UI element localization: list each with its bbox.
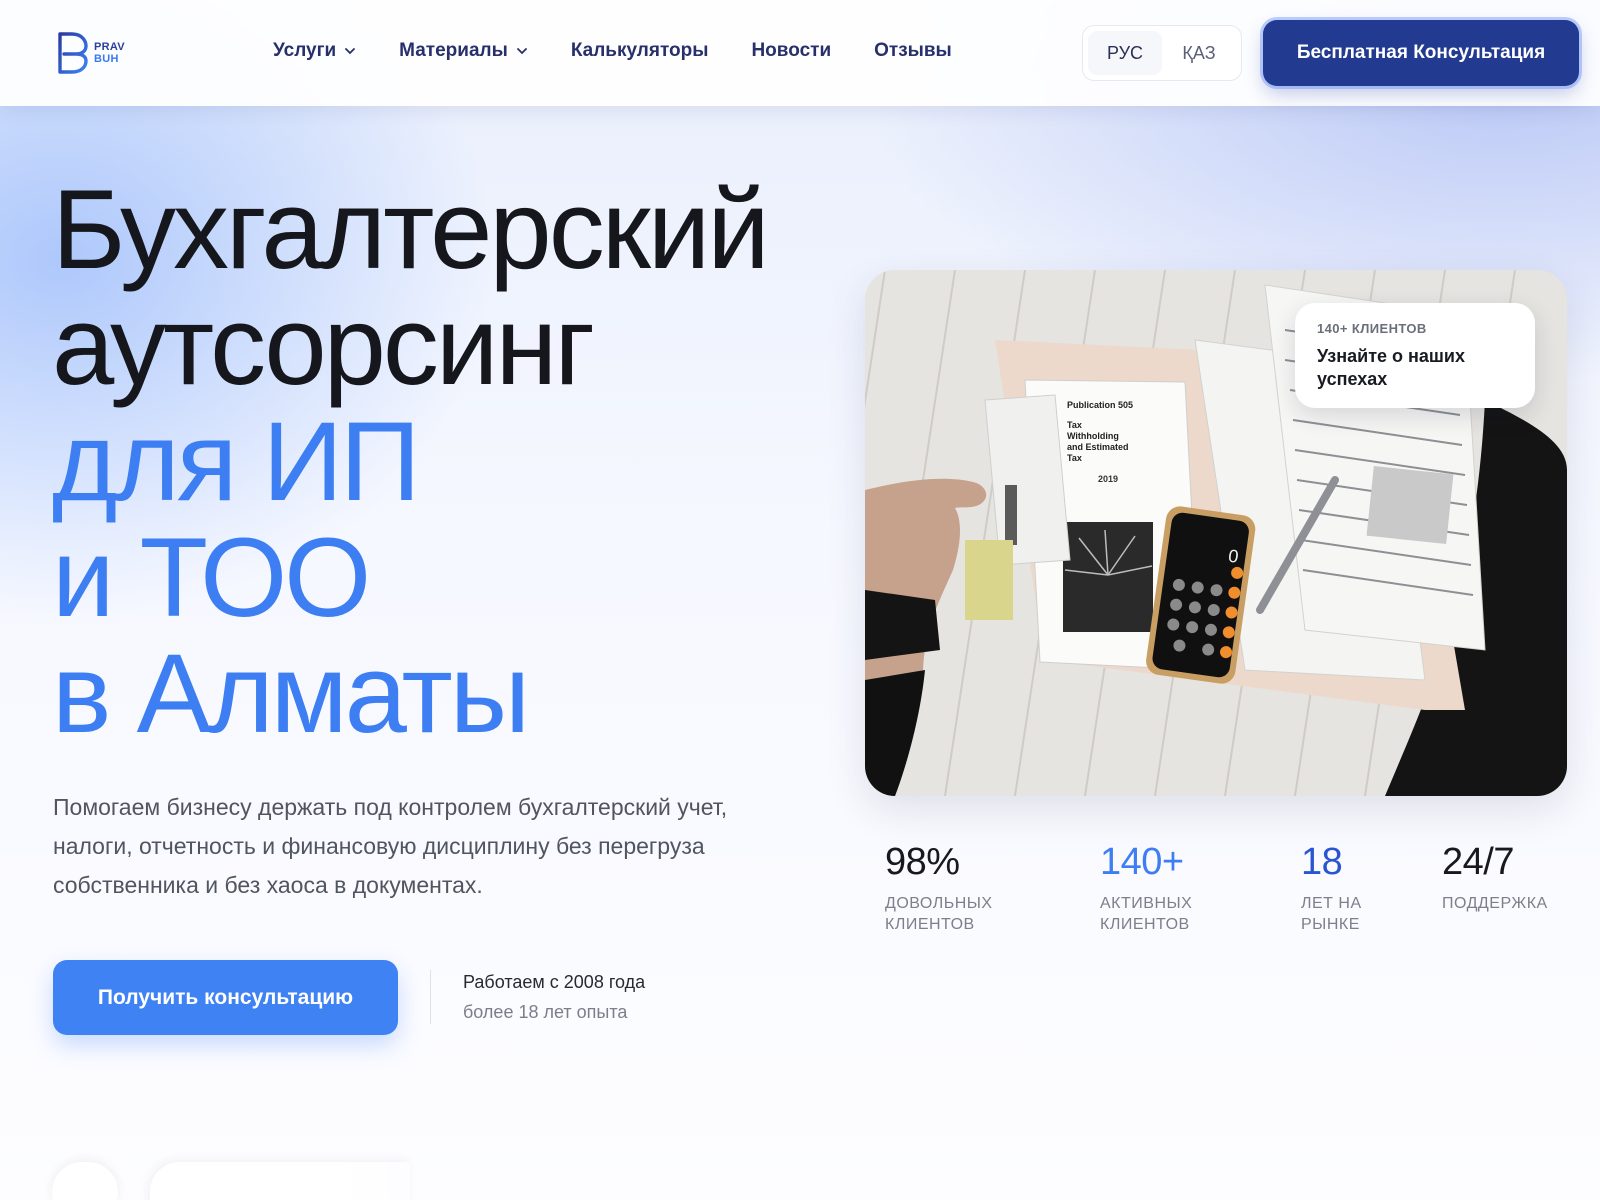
- form-pub-label: Publication 505: [1067, 400, 1133, 410]
- hero-subtitle: Помогаем бизнесу держать под контролем б…: [53, 794, 728, 898]
- experience-note: Работаем с 2008 года более 18 лет опыта: [463, 972, 645, 1023]
- clients-badge[interactable]: 140+ КЛИЕНТОВ Узнайте о наших успехах: [1295, 303, 1535, 408]
- lang-option-kz[interactable]: ҚАЗ: [1162, 31, 1236, 75]
- free-consultation-button[interactable]: Бесплатная Консультация: [1263, 20, 1579, 86]
- form-year: 2019: [1098, 474, 1118, 484]
- stat-years: 18 ЛЕТ НА РЫНКЕ: [1301, 840, 1411, 935]
- stat-label: ДОВОЛЬНЫХ КЛИЕНТОВ: [885, 895, 993, 933]
- stat-label: АКТИВНЫХ КЛИЕНТОВ: [1100, 895, 1193, 933]
- nav-item-services[interactable]: Услуги: [273, 40, 356, 62]
- experience-subtitle: более 18 лет опыта: [463, 1002, 628, 1022]
- logo-mark-icon: [58, 32, 88, 74]
- experience-title: Работаем с 2008 года: [463, 972, 646, 992]
- site-header: PRAV BUH Услуги Материалы Калькуляторы Н…: [0, 0, 1600, 106]
- stat-label: ЛЕТ НА РЫНКЕ: [1301, 895, 1362, 933]
- badge-text: Узнайте о наших успехах: [1317, 346, 1465, 389]
- stat-value: 140+: [1100, 841, 1184, 883]
- nav-item-reviews[interactable]: Отзывы: [874, 40, 952, 62]
- divider: [430, 970, 431, 1024]
- chevron-down-icon: [516, 48, 527, 55]
- badge-label: 140+ КЛИЕНТОВ: [1317, 321, 1427, 336]
- nav-item-label: Материалы: [399, 40, 508, 61]
- nav-item-label: Калькуляторы: [570, 40, 709, 61]
- stat-value: 98%: [885, 841, 960, 883]
- get-consultation-button[interactable]: Получить консультацию: [53, 960, 398, 1035]
- nav-item-label: Отзывы: [874, 40, 952, 61]
- hero-title-line: Бухгалтерский: [52, 167, 770, 292]
- stat-active-clients: 140+ АКТИВНЫХ КЛИЕНТОВ: [1100, 840, 1260, 935]
- lang-option-ru[interactable]: РУС: [1088, 31, 1162, 75]
- nav-item-materials[interactable]: Материалы: [399, 40, 528, 62]
- chevron-down-icon: [345, 48, 356, 55]
- hero-title-line-accent: для ИП: [52, 399, 420, 524]
- logo-line-2: BUH: [94, 53, 119, 65]
- stats-row: 98% ДОВОЛЬНЫХ КЛИЕНТОВ 140+ АКТИВНЫХ КЛИ…: [885, 840, 1585, 940]
- hero-title-line-accent: и ТОО: [52, 515, 371, 640]
- nav-item-label: Услуги: [273, 40, 337, 61]
- stat-value: 18: [1301, 841, 1343, 883]
- nav-item-news[interactable]: Новости: [751, 40, 831, 62]
- main-nav: Услуги Материалы Калькуляторы Новости От…: [273, 40, 995, 62]
- stat-support: 24/7 ПОДДЕРЖКА: [1442, 840, 1582, 914]
- logo[interactable]: PRAV BUH: [56, 30, 146, 76]
- hero-title: Бухгалтерский аутсорсинг для ИП и ТОО в …: [52, 167, 770, 756]
- language-switcher: РУС ҚАЗ: [1082, 25, 1242, 81]
- hero-title-line: аутсорсинг: [52, 283, 595, 408]
- hero-title-line-accent: в Алматы: [52, 631, 530, 756]
- stat-satisfied: 98% ДОВОЛЬНЫХ КЛИЕНТОВ: [885, 840, 1055, 935]
- partial-card: [150, 1162, 410, 1200]
- nav-item-calculators[interactable]: Калькуляторы: [571, 40, 709, 62]
- stat-label: ПОДДЕРЖКА: [1442, 895, 1548, 912]
- stat-value: 24/7: [1442, 841, 1514, 883]
- logo-line-1: PRAV: [94, 41, 125, 53]
- nav-item-label: Новости: [751, 40, 832, 61]
